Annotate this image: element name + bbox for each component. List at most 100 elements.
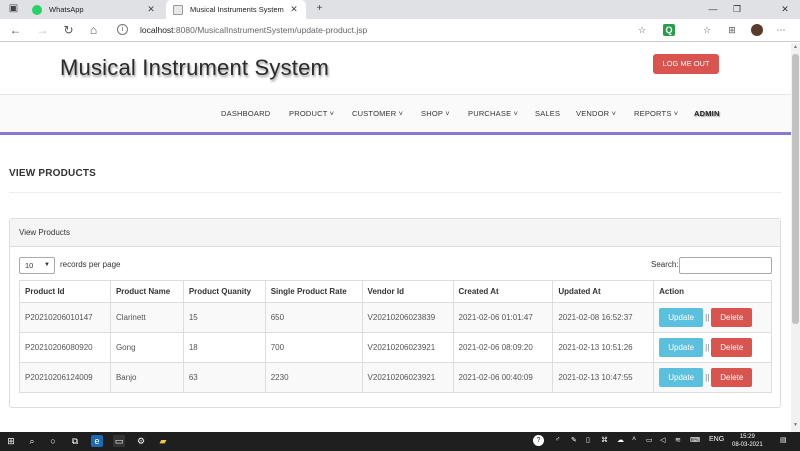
table-row: P20210206080920 Gong 18 700 V20210206023… [19,332,772,363]
back-icon[interactable]: ← [8,23,23,38]
refresh-icon[interactable]: ↻ [61,23,76,38]
cell-rate: 2230 [264,362,363,393]
cell-quantity: 18 [182,332,266,363]
column-header[interactable]: Product Quanity [182,280,266,303]
nav-admin[interactable]: ADMIN [694,109,720,118]
page-length-value: 10 [25,261,34,270]
edge-browser-icon[interactable]: e [91,435,103,447]
delete-button[interactable]: Delete [711,308,753,327]
chevron-down-icon: ▼ [44,262,50,268]
action-separator: || [705,313,710,322]
cell-product-id: P20210206010147 [19,302,111,333]
site-info-icon[interactable]: i [117,24,128,35]
minimize-icon[interactable]: — [702,2,724,16]
logout-button[interactable]: LOG ME OUT [653,54,719,74]
taskbar-clock[interactable]: 15:29 08-03-2021 [732,433,763,449]
url-host: localhost [140,25,174,35]
language-indicator[interactable]: ENG [709,436,724,443]
terminal-icon[interactable]: ▭ [113,435,125,447]
cell-product-id: P20210206124009 [19,362,111,393]
page-length-select[interactable]: 10 ▼ [19,257,55,274]
scroll-thumb[interactable] [792,54,799,324]
nav-dashboard[interactable]: DASHBOARD [221,109,270,118]
cell-updated-at: 2021-02-08 16:52:37 [552,302,655,333]
table-header-row: Product Id Product Name Product Quanity … [19,280,772,303]
new-tab-icon[interactable]: + [313,3,326,16]
browser-tab-musical[interactable]: Musical Instruments System ✕ [166,0,306,19]
more-menu-icon[interactable]: ⋯ [775,24,787,36]
close-window-icon[interactable]: ✕ [774,2,796,16]
nav-sales[interactable]: SALES [535,109,560,118]
nav-customer[interactable]: CUSTOMER ˅ [352,109,403,118]
taskbar: ⊞ ⌕ ○ ⧉ e ▭ ⚙ ▰ ? ♂ ✎ ▯ ⌘ ☁ ˄ ▭ ◁ ≋ ⌨ EN… [0,432,800,451]
url-field[interactable]: localhost:8080/MusicalInstrumentSystem/u… [128,21,678,39]
nav-purchase[interactable]: PURCHASE ˅ [468,109,518,118]
add-favorite-icon[interactable]: ☆ [636,24,648,36]
products-panel: View Products 10 ▼ records per page Sear… [9,218,781,408]
battery-icon[interactable]: ▭ [646,436,653,444]
url-path: :8080/MusicalInstrumentSystem/update-pro… [173,25,368,35]
notifications-icon[interactable]: ▤ [780,436,787,444]
wifi-icon[interactable]: ≋ [675,436,681,444]
nav-reports[interactable]: REPORTS ˅ [634,109,678,118]
scroll-up-icon[interactable]: ▲ [792,44,799,52]
cell-action: Update || Delete [653,362,772,393]
volume-icon[interactable]: ◁ [660,436,665,444]
search-icon[interactable]: ⌕ [26,435,38,447]
update-button[interactable]: Update [659,308,704,327]
task-view-icon[interactable]: ○ [47,435,59,447]
column-header[interactable]: Updated At [552,280,655,303]
favorites-icon[interactable]: ☆ [701,24,713,36]
main-nav: DASHBOARD PRODUCT ˅ CUSTOMER ˅ SHOP ˅ PU… [0,95,791,135]
touch-keyboard-icon[interactable]: ⌨ [690,436,700,444]
search-input[interactable] [679,257,772,274]
forward-icon[interactable]: → [35,23,50,38]
pen-icon[interactable]: ✎ [571,436,577,444]
column-header[interactable]: Single Product Rate [264,280,363,303]
cell-rate: 650 [264,302,363,333]
help-icon[interactable]: ? [533,435,544,446]
cell-vendor-id: V20210206023921 [361,362,454,393]
browser-tab-whatsapp[interactable]: WhatsApp ✕ [25,0,163,19]
restore-icon[interactable]: ❐ [726,2,748,16]
device-icon[interactable]: ▯ [586,436,590,444]
extension-icon[interactable]: Q [663,24,675,36]
people-icon[interactable]: ♂ [555,436,560,443]
nav-vendor[interactable]: VENDOR ˅ [576,109,616,118]
profile-avatar[interactable] [751,24,763,36]
table-row: P20210206010147 Clarinett 15 650 V202102… [19,302,772,333]
cloud-icon[interactable]: ☁ [617,436,624,444]
tab-title: Musical Instruments System [190,5,284,14]
nav-shop[interactable]: SHOP ˅ [421,109,450,118]
scroll-down-icon[interactable]: ▼ [792,422,799,430]
chevron-up-icon[interactable]: ˄ [632,436,636,443]
file-explorer-icon[interactable]: ▰ [157,435,169,447]
task-view-icon[interactable]: ⧉ [69,435,81,447]
update-button[interactable]: Update [659,338,704,357]
delete-button[interactable]: Delete [711,368,753,387]
table-row: P20210206124009 Banjo 63 2230 V202102060… [19,362,772,393]
nav-product[interactable]: PRODUCT ˅ [289,109,334,118]
tab-actions-icon[interactable]: ▣ [7,3,20,16]
cell-action: Update || Delete [653,302,772,333]
collections-icon[interactable]: ⊞ [726,24,738,36]
settings-icon[interactable]: ⚙ [135,435,147,447]
column-header[interactable]: Vendor Id [361,280,454,303]
cell-product-name: Banjo [109,362,184,393]
cell-product-name: Gong [109,332,184,363]
meet-now-icon[interactable]: ⌘ [601,436,608,444]
column-header[interactable]: Product Name [109,280,184,303]
update-button[interactable]: Update [659,368,704,387]
close-tab-icon[interactable]: ✕ [289,4,299,15]
delete-button[interactable]: Delete [711,338,753,357]
home-icon[interactable]: ⌂ [86,23,101,38]
column-header[interactable]: Created At [452,280,554,303]
page-scrollbar[interactable]: ▲ ▼ [791,43,800,432]
close-tab-icon[interactable]: ✕ [146,4,156,15]
windows-start-icon[interactable]: ⊞ [5,435,17,447]
browser-tab-strip: ▣ WhatsApp ✕ Musical Instruments System … [0,0,800,19]
cell-vendor-id: V20210206023839 [361,302,454,333]
tab-title: WhatsApp [49,5,84,14]
clock-date: 08-03-2021 [732,442,763,448]
column-header[interactable]: Product Id [19,280,111,303]
